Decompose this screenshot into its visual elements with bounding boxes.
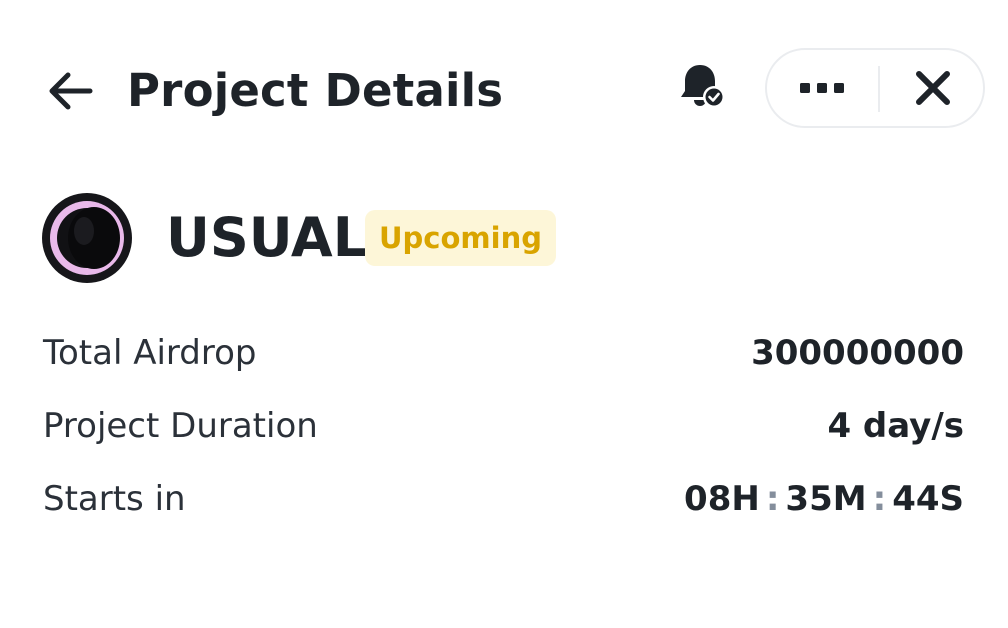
countdown-minutes: 35M bbox=[785, 479, 867, 519]
back-button[interactable] bbox=[44, 68, 96, 114]
project-name: USUAL bbox=[166, 206, 368, 269]
arrow-left-icon bbox=[49, 72, 93, 110]
countdown-timer: 08H : 35M : 44S bbox=[684, 476, 964, 522]
usual-logo-icon bbox=[42, 193, 132, 283]
starts-in-label: Starts in bbox=[43, 479, 186, 519]
countdown-seconds: 44S bbox=[892, 479, 964, 519]
total-airdrop-row: Total Airdrop 300000000 bbox=[0, 318, 1008, 391]
capsule-divider bbox=[878, 66, 880, 112]
countdown-separator: : bbox=[872, 479, 887, 519]
notification-button[interactable] bbox=[674, 60, 730, 112]
total-airdrop-label: Total Airdrop bbox=[43, 333, 257, 373]
close-icon bbox=[916, 71, 950, 105]
bell-check-icon bbox=[681, 65, 725, 108]
project-logo bbox=[42, 193, 132, 283]
countdown-separator: : bbox=[765, 479, 780, 519]
top-bar: Project Details bbox=[0, 0, 1008, 180]
project-details: Total Airdrop 300000000 Project Duration… bbox=[0, 318, 1008, 537]
project-duration-row: Project Duration 4 day/s bbox=[0, 391, 1008, 464]
page-title: Project Details bbox=[127, 64, 504, 117]
status-badge: Upcoming bbox=[365, 210, 556, 266]
project-heading: USUAL Upcoming bbox=[0, 180, 1008, 300]
total-airdrop-value: 300000000 bbox=[751, 333, 964, 373]
countdown-hours: 08H bbox=[684, 479, 760, 519]
more-horizontal-icon bbox=[800, 83, 844, 93]
project-duration-value: 4 day/s bbox=[827, 406, 964, 446]
starts-in-row: Starts in 08H : 35M : 44S bbox=[0, 464, 1008, 537]
close-button[interactable] bbox=[881, 50, 985, 126]
more-button[interactable] bbox=[767, 50, 877, 126]
project-duration-label: Project Duration bbox=[43, 406, 318, 446]
mini-program-capsule bbox=[765, 48, 985, 128]
